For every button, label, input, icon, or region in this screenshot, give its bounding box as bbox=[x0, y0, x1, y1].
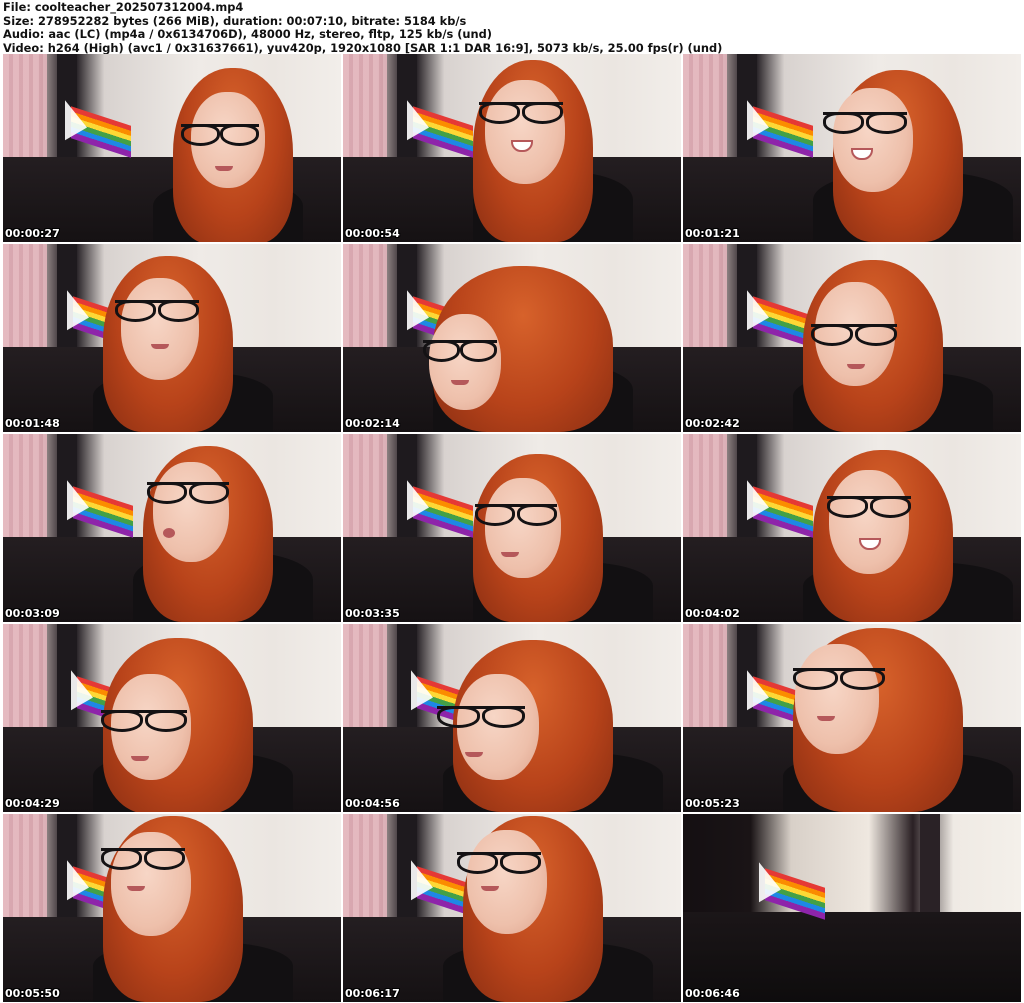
thumbnail[interactable]: 00:05:50 bbox=[3, 814, 341, 1002]
glasses bbox=[101, 710, 187, 732]
background-wall bbox=[683, 814, 1021, 924]
thumbnail[interactable]: 00:00:54 bbox=[343, 54, 681, 242]
thumbnail[interactable]: 00:01:48 bbox=[3, 244, 341, 432]
thumbnail[interactable]: 00:02:14 bbox=[343, 244, 681, 432]
timestamp-label: 00:02:42 bbox=[685, 417, 740, 430]
glasses bbox=[793, 668, 885, 690]
face bbox=[485, 478, 561, 578]
timestamp-label: 00:00:27 bbox=[5, 227, 60, 240]
mouth bbox=[451, 380, 469, 385]
timestamp-label: 00:03:09 bbox=[5, 607, 60, 620]
thumbnail-grid: 00:00:27 00:00:54 00:01:21 00:01:48 00:0… bbox=[3, 54, 1021, 1002]
pink-panel bbox=[343, 54, 387, 164]
mouth bbox=[151, 344, 169, 349]
mouth bbox=[215, 166, 233, 171]
thumbnail[interactable]: 00:03:09 bbox=[3, 434, 341, 622]
timestamp-label: 00:04:29 bbox=[5, 797, 60, 810]
mouth bbox=[817, 716, 835, 721]
thumbnail[interactable]: 00:00:27 bbox=[3, 54, 341, 242]
timestamp-label: 00:03:35 bbox=[345, 607, 400, 620]
pink-panel bbox=[3, 54, 47, 164]
timestamp-label: 00:04:56 bbox=[345, 797, 400, 810]
thumbnail[interactable]: 00:05:23 bbox=[683, 624, 1021, 812]
timestamp-label: 00:05:23 bbox=[685, 797, 740, 810]
timestamp-label: 00:01:48 bbox=[5, 417, 60, 430]
pink-panel bbox=[343, 244, 387, 354]
glasses bbox=[423, 340, 497, 362]
pink-panel bbox=[3, 244, 47, 354]
face bbox=[485, 80, 565, 184]
pink-panel bbox=[3, 814, 47, 924]
timestamp-label: 00:02:14 bbox=[345, 417, 400, 430]
timestamp-label: 00:04:02 bbox=[685, 607, 740, 620]
mouth bbox=[481, 886, 499, 891]
face bbox=[121, 278, 199, 380]
thumbnail[interactable]: 00:01:21 bbox=[683, 54, 1021, 242]
face bbox=[467, 830, 547, 934]
pink-panel bbox=[3, 624, 47, 734]
file-name-line: File: coolteacher_202507312004.mp4 bbox=[3, 0, 244, 14]
file-info-header: File: coolteacher_202507312004.mp4 Size:… bbox=[3, 0, 1021, 55]
glasses bbox=[115, 300, 199, 322]
mouth bbox=[131, 756, 149, 761]
timestamp-label: 00:06:17 bbox=[345, 987, 400, 1000]
mouth bbox=[127, 886, 145, 891]
pink-panel bbox=[683, 624, 727, 734]
glasses bbox=[101, 848, 185, 870]
mouth bbox=[465, 752, 483, 757]
mouth bbox=[847, 364, 865, 369]
glasses bbox=[475, 504, 557, 526]
timestamp-label: 00:00:54 bbox=[345, 227, 400, 240]
glasses bbox=[437, 706, 525, 728]
thumbnail[interactable]: 00:03:35 bbox=[343, 434, 681, 622]
glasses bbox=[827, 496, 911, 518]
timestamp-label: 00:06:46 bbox=[685, 987, 740, 1000]
face bbox=[153, 462, 229, 562]
face bbox=[429, 314, 501, 410]
file-size-line: Size: 278952282 bytes (266 MiB), duratio… bbox=[3, 13, 467, 28]
face bbox=[833, 88, 913, 192]
pink-panel bbox=[3, 434, 47, 544]
face bbox=[829, 470, 909, 574]
thumbnail[interactable]: 00:04:02 bbox=[683, 434, 1021, 622]
pink-panel bbox=[343, 434, 387, 544]
audio-info-line: Audio: aac (LC) (mp4a / 0x6134706D), 480… bbox=[3, 27, 493, 42]
timestamp-label: 00:01:21 bbox=[685, 227, 740, 240]
dark-pillar bbox=[919, 814, 940, 924]
glasses bbox=[479, 102, 563, 124]
thumbnail[interactable]: 00:04:56 bbox=[343, 624, 681, 812]
thumbnail[interactable]: 00:06:46 bbox=[683, 814, 1021, 1002]
pink-panel bbox=[683, 244, 727, 354]
pink-panel bbox=[343, 624, 387, 734]
thumbnail[interactable]: 00:02:42 bbox=[683, 244, 1021, 432]
glasses bbox=[457, 852, 541, 874]
pink-panel bbox=[683, 54, 727, 164]
glasses bbox=[181, 124, 259, 146]
glasses bbox=[823, 112, 907, 134]
pink-panel bbox=[343, 814, 387, 924]
pink-panel bbox=[683, 434, 727, 544]
glasses bbox=[811, 324, 897, 346]
mouth bbox=[501, 552, 519, 557]
mouth bbox=[163, 528, 175, 538]
glasses bbox=[147, 482, 229, 504]
thumbnail[interactable]: 00:06:17 bbox=[343, 814, 681, 1002]
face bbox=[795, 644, 879, 754]
thumbnail[interactable]: 00:04:29 bbox=[3, 624, 341, 812]
timestamp-label: 00:05:50 bbox=[5, 987, 60, 1000]
